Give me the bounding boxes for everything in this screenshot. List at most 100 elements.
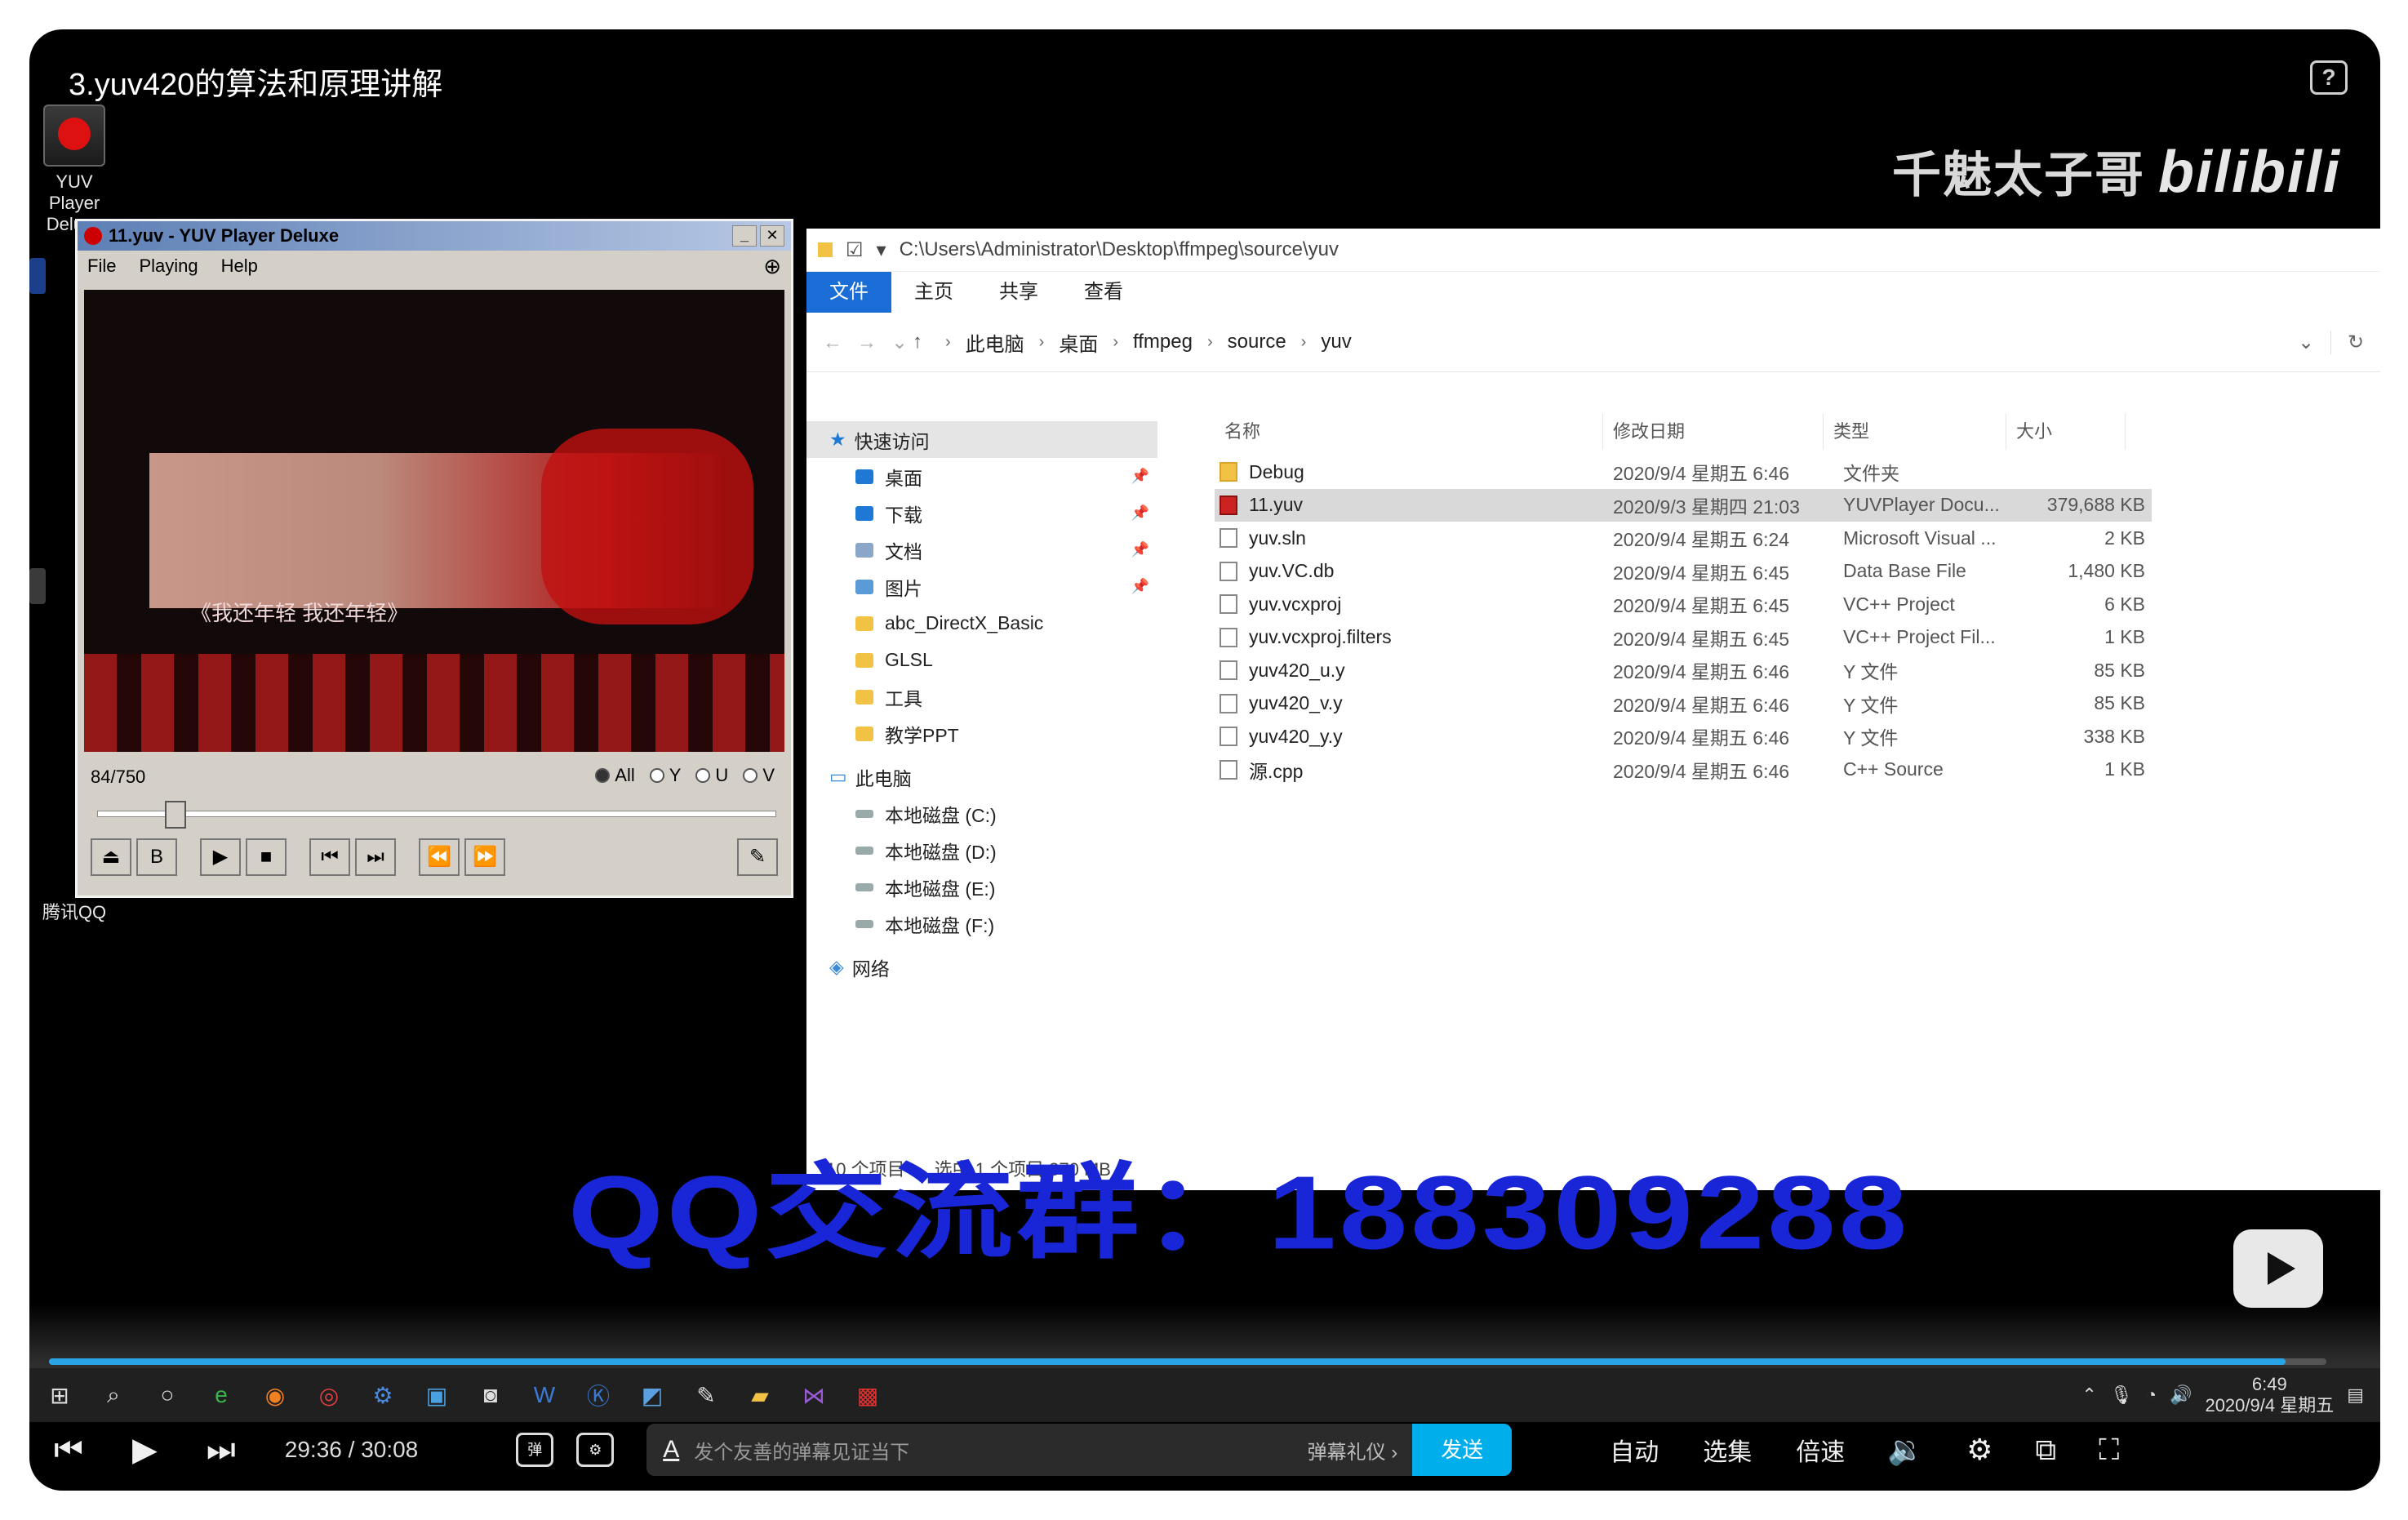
file-row[interactable]: yuv.vcxproj 2020/9/4 星期五 6:45 VC++ Project… [1215, 588, 2152, 621]
file-row[interactable]: 源.cpp 2020/9/4 星期五 6:46 C++ Source 1 KB [1215, 753, 2152, 787]
tab-share[interactable]: 共享 [976, 272, 1061, 313]
seek-track[interactable] [97, 811, 776, 817]
quick-access-toolbar: ☑ ▾ C:\Users\Administrator\Desktop\ffmpe… [806, 229, 2380, 272]
nav-item[interactable]: 文档 📌 [806, 531, 1157, 568]
channel-u-radio[interactable]: U [695, 765, 728, 786]
nav-network[interactable]: ◈ 网络 [806, 949, 1157, 985]
picture-in-picture-icon[interactable]: ⧉ [2035, 1433, 2056, 1468]
play-icon[interactable]: ▶ [132, 1431, 158, 1469]
file-row[interactable]: yuv420_u.y 2020/9/4 星期五 6:46 Y 文件 85 KB [1215, 654, 2152, 687]
danmaku-style-icon[interactable]: A [663, 1436, 679, 1464]
desktop-icon-qq[interactable]: 腾讯QQ [29, 898, 119, 924]
seek-thumb[interactable] [164, 801, 186, 829]
next-frame-icon[interactable]: ⏭ [355, 838, 396, 876]
pin-icon[interactable]: 📌 [1131, 504, 1149, 522]
nav-item[interactable]: 桌面 📌 [806, 458, 1157, 495]
nav-drive[interactable]: 本地磁盘 (E:) [806, 869, 1157, 905]
tab-home[interactable]: 主页 [891, 272, 976, 313]
minimize-button[interactable]: _ [732, 225, 757, 247]
nav-this-pc[interactable]: ▭ 此电脑 [806, 758, 1157, 795]
pin-icon[interactable]: 📌 [1131, 468, 1149, 485]
send-button[interactable]: 发送 [1412, 1424, 1513, 1476]
channel-v-radio[interactable]: V [743, 765, 775, 786]
file-explorer-window[interactable]: ☑ ▾ C:\Users\Administrator\Desktop\ffmpe… [806, 229, 2380, 1190]
speed-button[interactable]: 倍速 [1796, 1432, 1845, 1468]
play-icon[interactable]: ▶ [200, 838, 241, 876]
previous-icon[interactable]: ⏮ [54, 1432, 83, 1469]
yuv-player-window[interactable]: 11.yuv - YUV Player Deluxe _ ✕ File Play… [75, 219, 793, 898]
pin-icon[interactable]: 📌 [1131, 578, 1149, 595]
video-progress-bar[interactable] [49, 1358, 2326, 1365]
column-size[interactable]: 大小 [2006, 414, 2126, 450]
drive-icon [855, 846, 873, 855]
menu-playing[interactable]: Playing [139, 256, 198, 277]
project-file-icon [1220, 594, 1237, 615]
nav-item[interactable]: 下载 📌 [806, 495, 1157, 531]
settings-icon[interactable]: ⊕ [763, 254, 781, 279]
pin-icon[interactable]: 📌 [1131, 541, 1149, 558]
danmaku-toggle-icon[interactable]: 弹 [516, 1433, 554, 1467]
nav-item[interactable]: abc_DirectX_Basic [806, 605, 1157, 642]
settings-icon[interactable]: ⚙ [1966, 1433, 1993, 1467]
chevron-down-icon[interactable]: ⌄ [2298, 331, 2330, 354]
menu-file[interactable]: File [87, 256, 116, 277]
stop-icon[interactable]: ■ [246, 838, 287, 876]
pin-icon[interactable]: ✎ [737, 838, 778, 876]
yuv-titlebar[interactable]: 11.yuv - YUV Player Deluxe _ ✕ [78, 221, 791, 251]
episodes-button[interactable]: 选集 [1703, 1432, 1752, 1468]
file-row[interactable]: yuv.sln 2020/9/4 星期五 6:24 Microsoft Visual… [1215, 522, 2152, 555]
tab-file[interactable]: 文件 [806, 272, 891, 313]
column-date[interactable]: 修改日期 [1603, 414, 1824, 450]
prev-frame-icon[interactable]: ⏮ [309, 838, 350, 876]
bookmark-icon[interactable]: B [136, 838, 177, 876]
breadcrumb-item[interactable]: yuv [1321, 331, 1351, 353]
file-row[interactable]: yuv420_v.y 2020/9/4 星期五 6:46 Y 文件 85 KB [1215, 687, 2152, 721]
file-row[interactable]: Debug 2020/9/4 星期五 6:46 文件夹 [1215, 456, 2152, 489]
bilibili-tv-icon[interactable] [2233, 1229, 2323, 1308]
nav-quick-access[interactable]: ★ 快速访问 [806, 421, 1157, 458]
help-icon[interactable]: ? [2310, 60, 2348, 95]
checkbox-icon[interactable]: ☑ [846, 238, 864, 262]
nav-drive[interactable]: 本地磁盘 (D:) [806, 832, 1157, 869]
file-row[interactable]: 11.yuv 2020/9/3 星期四 21:03 YUVPlayer Docu..… [1215, 488, 2152, 522]
app-icon: ⚙ [372, 1382, 393, 1408]
next-icon[interactable]: ⏭ [207, 1432, 236, 1469]
fullscreen-icon[interactable]: ⛶ [2099, 1433, 2119, 1468]
channel-all-radio[interactable]: All [595, 765, 635, 786]
column-type[interactable]: 类型 [1824, 414, 2006, 450]
menu-help[interactable]: Help [221, 256, 258, 277]
breadcrumb-item[interactable]: 桌面 [1059, 328, 1098, 357]
file-row[interactable]: yuv.VC.db 2020/9/4 星期五 6:45 Data Base File… [1215, 555, 2152, 589]
fast-forward-icon[interactable]: ⏩ [464, 838, 505, 876]
video-player[interactable]: 3.yuv420的算法和原理讲解 ? 千魅太子哥 bilibili YUV Pla… [29, 29, 2380, 1491]
up-arrow-icon[interactable]: ↑ [913, 331, 945, 353]
time-display: 29:36 / 30:08 [284, 1437, 419, 1462]
rewind-icon[interactable]: ⏪ [419, 838, 460, 876]
nav-drive[interactable]: 本地磁盘 (C:) [806, 795, 1157, 832]
file-row[interactable]: yuv420_y.y 2020/9/4 星期五 6:46 Y 文件 338 KB [1215, 720, 2152, 753]
nav-item[interactable]: GLSL [806, 642, 1157, 678]
breadcrumb-item[interactable]: 此电脑 [966, 328, 1024, 357]
nav-item[interactable]: 图片 📌 [806, 568, 1157, 605]
dropdown-icon[interactable]: ▾ [877, 238, 886, 262]
desktop-icon-yuv-player[interactable]: YUV Player Deluxe [29, 104, 119, 235]
address-bar[interactable]: ←→⌄ ↑ › 此电脑 › 桌面 › ffmpeg › source › yuv ⌄ ↻ [806, 313, 2380, 372]
channel-y-radio[interactable]: Y [649, 765, 681, 786]
breadcrumb-item[interactable]: source [1228, 331, 1286, 353]
back-forward-icons[interactable]: ←→⌄ [806, 331, 913, 354]
volume-icon[interactable]: 🔉 [1887, 1433, 1924, 1467]
tab-view[interactable]: 查看 [1061, 272, 1146, 313]
nav-drive[interactable]: 本地磁盘 (F:) [806, 905, 1157, 942]
danmaku-etiquette-link[interactable]: 弹幕礼仪 › [1308, 1436, 1398, 1464]
close-button[interactable]: ✕ [760, 225, 784, 247]
nav-item[interactable]: 教学PPT [806, 715, 1157, 752]
refresh-icon[interactable]: ↻ [2330, 330, 2380, 354]
column-name[interactable]: 名称 [1215, 414, 1603, 450]
quality-button[interactable]: 自动 [1610, 1432, 1659, 1468]
eject-icon[interactable]: ⏏ [91, 838, 131, 876]
nav-item[interactable]: 工具 [806, 678, 1157, 715]
breadcrumb-item[interactable]: ffmpeg [1133, 331, 1193, 353]
danmaku-settings-icon[interactable]: ⚙ [576, 1433, 615, 1467]
danmaku-input[interactable]: A 发个友善的弹幕见证当下 弹幕礼仪 › 发送 [646, 1424, 1513, 1476]
file-row[interactable]: yuv.vcxproj.filters 2020/9/4 星期五 6:45 VC++… [1215, 621, 2152, 655]
